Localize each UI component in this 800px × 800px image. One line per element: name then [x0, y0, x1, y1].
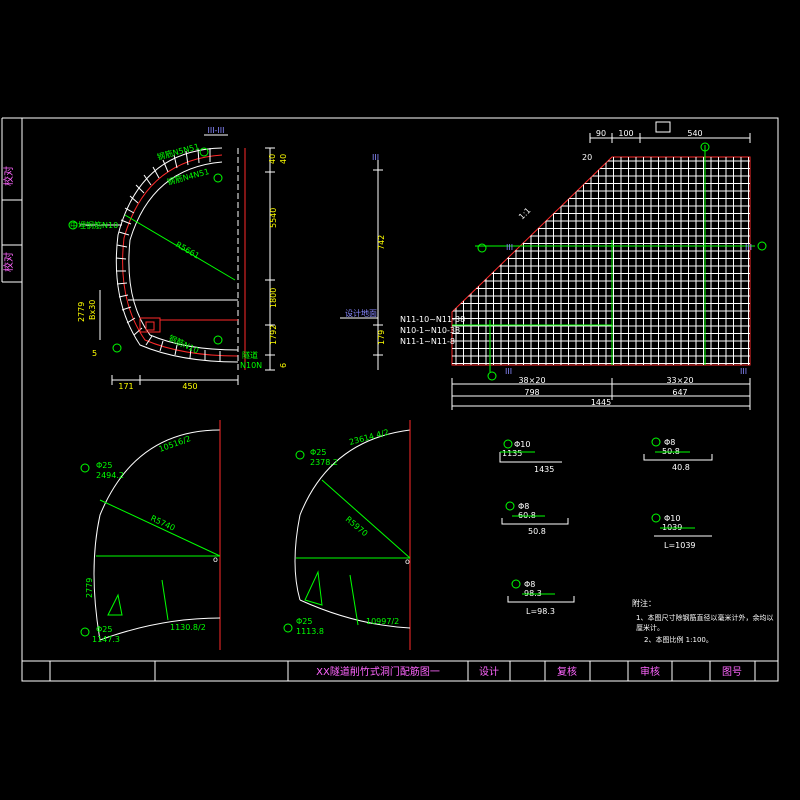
elevation-top-dim-540: 540 — [687, 129, 702, 138]
arc1-center-mark: o — [213, 555, 218, 564]
elevation-left-label-1: N11-10~N11-38 — [400, 315, 465, 324]
review-label: 复核 — [557, 665, 577, 678]
arc2-bar-length: 2378.2 — [310, 458, 338, 467]
bar4-total: L=1039 — [664, 541, 696, 550]
arc1-segment: 1130.8/2 — [170, 623, 206, 632]
elevation-corner-label: 20 — [582, 153, 592, 162]
section-note-4: 钢筋N10 — [167, 333, 200, 356]
elevation-dim-1445: 1445 — [591, 398, 611, 407]
arc1-radius-label: R5740 — [149, 514, 176, 533]
section-dim-5540: 5540 — [269, 208, 278, 228]
elevation-mark-text-1: III — [506, 243, 513, 252]
elevation-mark-text-2: III — [745, 243, 752, 252]
elevation-top-dim-90: 90 — [596, 129, 606, 138]
design-label: 设计 — [479, 665, 499, 678]
middle-view: III 742 179 设计地面 — [340, 153, 386, 370]
section-dim-6: 6 — [279, 363, 288, 368]
elevation-left-label-2: N10-1~N10-38 — [400, 326, 460, 335]
middle-dim-742: 742 — [377, 235, 386, 250]
bar-detail-2: Φ8 50.8 40.8 — [643, 437, 713, 472]
section-dim-5: 5 — [92, 349, 97, 358]
arc2-tip-length: 1113.8 — [296, 627, 324, 636]
bar5-total: L=98.3 — [526, 607, 555, 616]
section-dim-2779: 2779 — [77, 302, 86, 322]
section-dim-171: 171 — [118, 382, 133, 391]
arc2-arc-length: 23614.4/2 — [348, 428, 390, 447]
section-dim-1800: 1800 — [269, 288, 278, 308]
section-radius-label: R5661 — [174, 240, 201, 261]
title-block: XX隧道削竹式洞门配筋图一 设计 复核 审核 图号 — [22, 660, 778, 681]
drawing-canvas: 校对 校对 XX隧道削竹式洞门配筋图一 设计 复核 审核 图号 III-III — [1, 117, 779, 682]
section-inner-arc — [128, 161, 239, 351]
elevation-top-dim-100: 100 — [618, 129, 633, 138]
arc1-side-dim: 2779 — [85, 578, 94, 598]
section-dim-bx30: Bx30 — [88, 300, 97, 320]
bar1-length: 1135 — [502, 449, 522, 458]
arc2-segment: 10997/2 — [366, 617, 399, 626]
bar1-total: 1435 — [534, 465, 554, 474]
arc1-bar-dia: Φ25 — [96, 461, 112, 470]
bar3-dia: Φ8 — [518, 502, 529, 511]
elevation-mark-bottom — [487, 371, 497, 381]
elevation-dim-38x20: 38×20 — [518, 376, 545, 385]
bar-detail-3: Φ8 60.8 50.8 — [501, 501, 569, 536]
notes-line-1b: 厘米计。 — [636, 623, 664, 632]
section-note-5: 隧道 — [242, 350, 258, 360]
bar5-dia: Φ8 — [524, 580, 535, 589]
middle-dim-179: 179 — [377, 330, 386, 345]
arc2-tip — [304, 570, 323, 606]
bar2-total: 40.8 — [672, 463, 690, 472]
notes-line-1: 1、本图尺寸除钢筋直径以毫米计外，余均以 — [636, 613, 773, 622]
elevation-mark-left — [477, 243, 487, 253]
section-note-6: N10N — [240, 361, 262, 370]
elevation-dim-33x20: 33×20 — [666, 376, 693, 385]
arc1-radius-line — [99, 499, 221, 557]
bar-detail-5: Φ8 98.3 L=98.3 — [507, 579, 575, 616]
arc1-bar-length: 2494.2 — [96, 471, 124, 480]
arc1-tip-dia: Φ25 — [96, 625, 112, 634]
sheet-number-label: 图号 — [722, 666, 742, 678]
side-tab-top: 校对 — [2, 166, 15, 186]
bar-detail-1: Φ10 1135 1435 — [499, 439, 562, 474]
arc2-center-mark: o — [405, 557, 410, 566]
section-dim-1792: 1792 — [269, 325, 278, 345]
bar4-dia: Φ10 — [664, 514, 680, 523]
notes-heading: 附注： — [632, 598, 656, 608]
elevation-mark-text-3: III — [505, 367, 512, 376]
section-view: III-III R5661 中埋钢筋N10 钢筋N5N51 钢筋N4N51 钢筋… — [68, 126, 288, 391]
elevation-dim-647: 647 — [672, 388, 687, 397]
approve-label: 审核 — [640, 665, 660, 678]
section-note-2: 钢筋N5N51 — [156, 141, 200, 162]
elevation-mark-text-4: III — [740, 367, 747, 376]
arc-bar-2: R5970 23614.4/2 Φ25 2378.2 Φ25 1113.8 10… — [283, 420, 411, 650]
side-tab-bottom: 校对 — [2, 252, 15, 272]
elevation-slope: 1:1 — [517, 206, 532, 221]
drawing-title: XX隧道削竹式洞门配筋图一 — [316, 665, 440, 678]
notes-line-2: 2、本图比例 1:100。 — [644, 635, 713, 644]
section-dim-40: 40 — [268, 154, 277, 164]
elevation-top-symbol — [655, 121, 671, 133]
arc1-tip — [107, 593, 123, 616]
elevation-view: III III III III 1:1 90 100 540 20 N11-10… — [400, 121, 767, 410]
notes-block: 附注： 1、本图尺寸除钢筋直径以毫米计外，余均以 厘米计。 2、本图比例 1:1… — [632, 598, 773, 644]
bar2-dia: Φ8 — [664, 438, 675, 447]
arc-bar-1: R5740 10516/2 Φ25 2494.2 2779 Φ25 1147.3… — [80, 420, 221, 650]
arc1-outer-curve — [93, 429, 221, 641]
elevation-dim-798: 798 — [524, 388, 539, 397]
arc2-bar-dia: Φ25 — [310, 448, 326, 457]
bar-detail-4: Φ10 1039 L=1039 — [651, 513, 712, 550]
section-dim-r40: 40 — [279, 154, 288, 164]
elevation-mark-right — [757, 241, 767, 251]
bar-details: Φ10 1135 1435 Φ8 50.8 40.8 Φ8 60.8 50.8 — [499, 437, 713, 616]
arc1-tip-length: 1147.3 — [92, 635, 120, 644]
arc2-tip-dia: Φ25 — [296, 617, 312, 626]
elevation-left-label-3: N11-1~N11-8 — [400, 337, 455, 346]
bar1-dia: Φ10 — [514, 440, 530, 449]
outer-frame — [21, 117, 779, 682]
section-dim-450: 450 — [182, 382, 197, 391]
arc2-radius-line — [321, 479, 411, 559]
ground-label: 设计地面 — [345, 308, 377, 318]
section-label: III-III — [207, 126, 224, 135]
bar3-total: 50.8 — [528, 527, 546, 536]
